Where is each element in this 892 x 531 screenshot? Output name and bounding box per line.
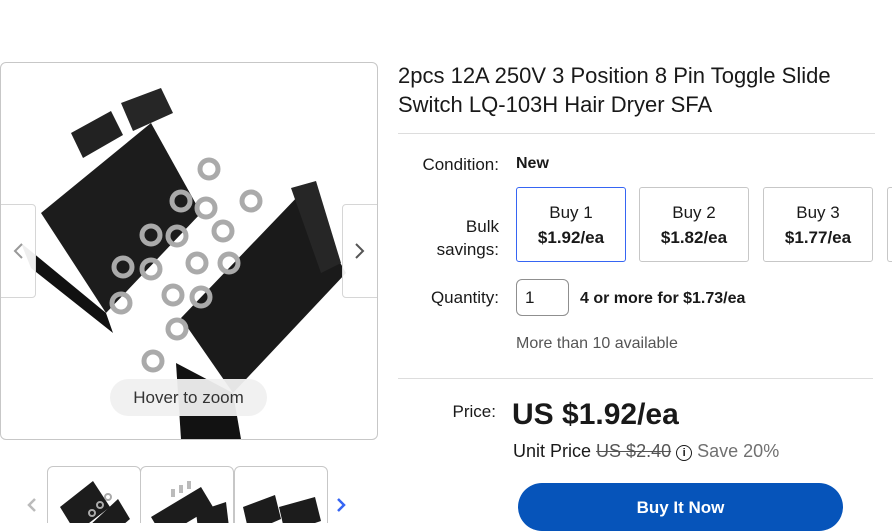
gallery-next-button[interactable] (342, 204, 377, 298)
info-icon[interactable]: i (676, 445, 693, 461)
quantity-label: Quantity: (430, 288, 499, 307)
product-image-gallery[interactable]: Hover to zoom (0, 62, 378, 440)
divider (398, 378, 873, 379)
condition-label: Condition: (422, 155, 499, 174)
chevron-left-icon (13, 243, 23, 259)
thumbnail-3[interactable] (234, 466, 328, 523)
chevron-right-icon (337, 498, 346, 512)
bulk-option-label: Buy 1 (549, 202, 593, 222)
thumbnail-2[interactable] (140, 466, 234, 523)
quantity-input[interactable] (516, 279, 569, 316)
bulk-option-price: $1.82/ea (660, 227, 728, 247)
thumbnail-1[interactable] (47, 466, 141, 523)
bulk-option-price: $1.77/ea (784, 227, 852, 247)
bulk-option-buy-2[interactable]: Buy 2 $1.82/ea (639, 187, 749, 262)
thumbnail-image (243, 495, 321, 523)
price-label: Price: (452, 402, 496, 421)
bulk-label-line2: savings: (436, 240, 499, 259)
buy-it-now-button[interactable]: Buy It Now (518, 483, 843, 531)
bulk-option-partial (887, 187, 892, 262)
bulk-option-buy-3[interactable]: Buy 3 $1.77/ea (763, 187, 873, 262)
quantity-discount-note: 4 or more for $1.73/ea (580, 290, 746, 307)
thumbnail-image (60, 481, 130, 523)
condition-value: New (516, 155, 549, 172)
thumbnail-strip (24, 466, 364, 523)
bulk-option-label: Buy 3 (796, 202, 840, 222)
unit-price-label: Unit Price (513, 441, 592, 461)
divider (398, 133, 875, 134)
bulk-option-price: $1.92/ea (537, 227, 605, 247)
unit-price-row: Unit Price US $2.40 i Save 20% (513, 441, 779, 462)
bulk-option-label: Buy 2 (672, 202, 716, 222)
availability-text: More than 10 available (516, 335, 678, 352)
thumbnail-next-button[interactable] (335, 496, 347, 518)
save-percent: Save 20% (697, 441, 780, 461)
gallery-prev-button[interactable] (1, 204, 36, 298)
chevron-right-icon (355, 243, 365, 259)
bulk-option-buy-1[interactable]: Buy 1 $1.92/ea (516, 187, 626, 262)
thumbnail-image (151, 481, 229, 523)
original-price: US $2.40 (596, 441, 672, 461)
bulk-savings-label: Bulk savings: (398, 215, 499, 261)
price-value: US $1.92/ea (512, 398, 679, 431)
bulk-label-line1: Bulk (465, 217, 499, 236)
listing-title: 2pcs 12A 250V 3 Position 8 Pin Toggle Sl… (398, 63, 831, 117)
hover-to-zoom-label: Hover to zoom (110, 379, 267, 416)
